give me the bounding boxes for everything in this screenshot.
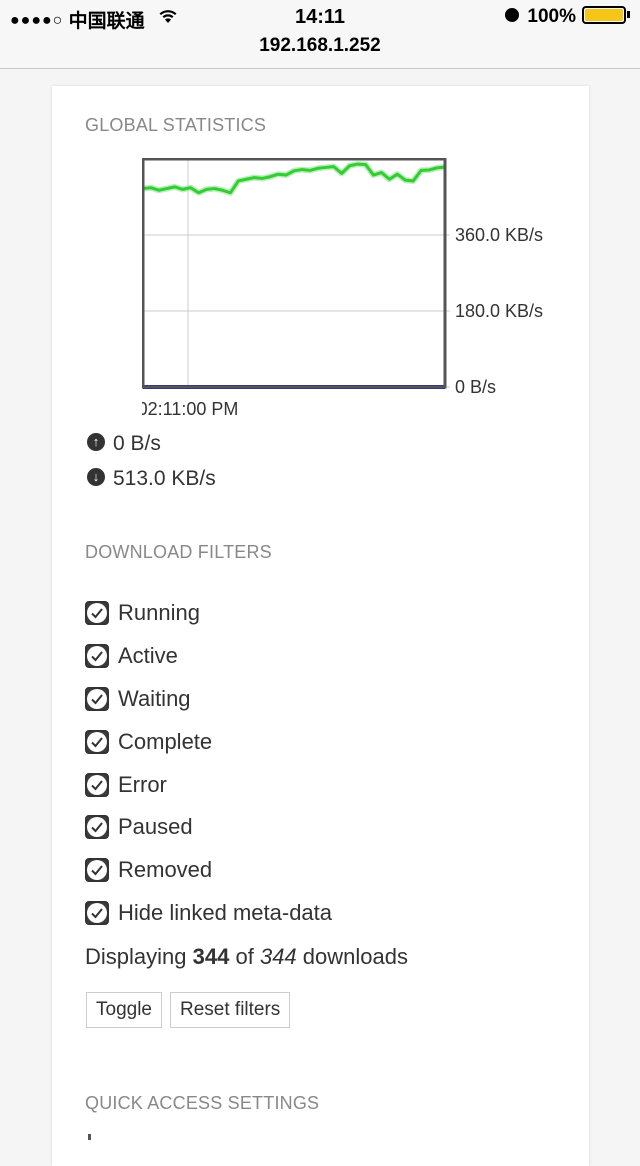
battery-level bbox=[585, 8, 623, 21]
filter-checkbox[interactable] bbox=[85, 772, 109, 797]
upload-speed: ↑ 0 B/s bbox=[87, 432, 161, 456]
checkmark-icon bbox=[87, 688, 107, 709]
checkmark-icon bbox=[87, 817, 107, 838]
filter-row[interactable]: Running bbox=[85, 592, 565, 635]
download-filters-title: DOWNLOAD FILTERS bbox=[85, 542, 272, 562]
filter-checkbox[interactable] bbox=[85, 686, 109, 711]
checkmark-icon bbox=[87, 646, 107, 667]
displaying-total: 344 bbox=[259, 944, 297, 969]
global-statistics-title: GLOBAL STATISTICS bbox=[85, 115, 267, 135]
sidebar-panel: GLOBAL STATISTICS 360.0 KB/s 180.0 KB/s 0 … bbox=[52, 86, 589, 1166]
y-tick-label: 0 B/s bbox=[455, 377, 496, 397]
quick-access-content bbox=[88, 1134, 91, 1140]
download-speed: ↓ 513.0 KB/s bbox=[87, 467, 216, 491]
filter-label: Complete bbox=[118, 728, 213, 754]
displaying-prefix: Displaying bbox=[85, 944, 187, 969]
filter-checkbox[interactable] bbox=[85, 815, 109, 840]
filter-label: Removed bbox=[118, 857, 213, 883]
quick-access-settings-title: QUICK ACCESS SETTINGS bbox=[85, 1093, 320, 1113]
speed-chart: 360.0 KB/s 180.0 KB/s 0 B/s 02:11:00 PM bbox=[142, 158, 543, 418]
filter-checkbox[interactable] bbox=[85, 729, 109, 754]
filter-row[interactable]: Error bbox=[85, 763, 565, 806]
checkmark-icon bbox=[87, 731, 107, 752]
displaying-summary: Displaying 344 of 344 downloads bbox=[85, 944, 408, 970]
status-bar: ●●●●○ 中国联通 14:11 192.168.1.252 100% bbox=[0, 0, 640, 69]
displaying-suffix: downloads bbox=[302, 944, 408, 969]
filter-row[interactable]: Removed bbox=[85, 849, 565, 892]
checkmark-icon bbox=[87, 902, 107, 923]
y-tick-label: 180.0 KB/s bbox=[455, 301, 543, 321]
filter-row[interactable]: Paused bbox=[85, 806, 565, 849]
checkmark-icon bbox=[87, 603, 107, 624]
filter-label: Active bbox=[118, 643, 178, 669]
filter-checkbox[interactable] bbox=[85, 900, 109, 925]
filter-label: Error bbox=[118, 771, 167, 797]
battery-percent: 100% bbox=[527, 6, 576, 27]
checkmark-icon bbox=[87, 860, 107, 881]
filter-row[interactable]: Active bbox=[85, 635, 565, 678]
filter-checkbox[interactable] bbox=[85, 858, 109, 883]
displaying-count: 344 bbox=[192, 944, 230, 969]
alarm-icon bbox=[505, 7, 520, 22]
filter-row[interactable]: Hide linked meta-data bbox=[85, 892, 565, 935]
address-bar-url[interactable]: 192.168.1.252 bbox=[0, 35, 640, 57]
displaying-of: of bbox=[235, 944, 254, 969]
upload-arrow-icon: ↑ bbox=[87, 433, 105, 452]
x-tick-label: 02:11:00 PM bbox=[142, 399, 238, 418]
filter-row[interactable]: Complete bbox=[85, 720, 565, 763]
battery-icon bbox=[582, 5, 626, 24]
battery-tip-icon bbox=[627, 11, 630, 19]
filter-row[interactable]: Waiting bbox=[85, 678, 565, 721]
y-tick-label: 360.0 KB/s bbox=[455, 225, 543, 245]
toggle-button[interactable]: Toggle bbox=[86, 992, 162, 1028]
filter-checkbox[interactable] bbox=[85, 644, 109, 669]
download-arrow-icon: ↓ bbox=[87, 468, 105, 487]
upload-speed-value: 0 B/s bbox=[113, 432, 161, 455]
status-right: 100% bbox=[505, 5, 630, 28]
filter-label: Waiting bbox=[118, 685, 191, 711]
filter-checkbox[interactable] bbox=[85, 601, 109, 626]
download-speed-value: 513.0 KB/s bbox=[113, 467, 216, 490]
filter-label: Running bbox=[118, 600, 200, 626]
filter-label: Hide linked meta-data bbox=[118, 899, 333, 925]
download-filters-list: Running Active Waiting Complete Error Paused R… bbox=[85, 592, 565, 934]
reset-filters-button[interactable]: Reset filters bbox=[170, 992, 291, 1028]
checkmark-icon bbox=[87, 774, 107, 795]
filter-label: Paused bbox=[118, 814, 193, 840]
